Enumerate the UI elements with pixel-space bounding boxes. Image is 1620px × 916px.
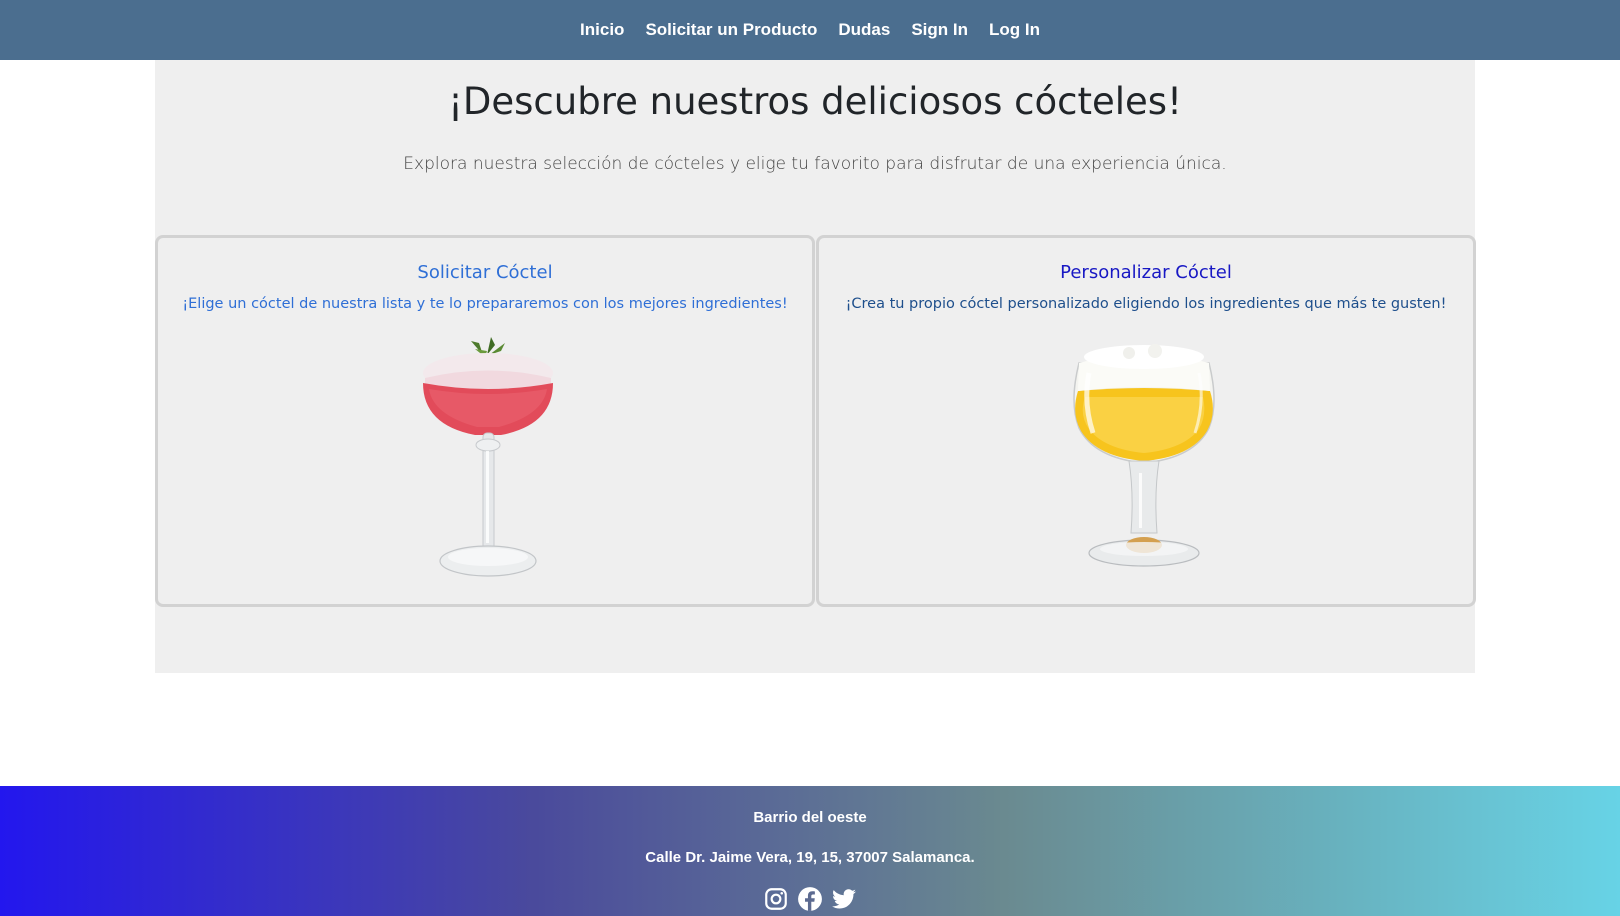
social-links	[0, 886, 1620, 912]
card-title: Solicitar Cóctel	[417, 262, 553, 283]
facebook-icon[interactable]	[797, 886, 823, 912]
card-description: ¡Elige un cóctel de nuestra lista y te l…	[182, 296, 788, 312]
top-navbar: Inicio Solicitar un Producto Dudas Sign …	[0, 0, 1620, 60]
card-solicitar-coctel[interactable]: Solicitar Cóctel ¡Elige un cóctel de nue…	[155, 235, 815, 607]
nav-link-dudas[interactable]: Dudas	[838, 20, 890, 40]
beer-glass-image	[1073, 344, 1215, 567]
card-description: ¡Crea tu propio cóctel personalizado eli…	[845, 296, 1447, 312]
card-title: Personalizar Cóctel	[1060, 262, 1232, 283]
pink-cocktail-image	[423, 337, 553, 577]
footer-location-name: Barrio del oeste	[753, 809, 867, 826]
site-footer: Barrio del oeste Calle Dr. Jaime Vera, 1…	[0, 786, 1620, 916]
page-subtitle: Explora nuestra selección de cócteles y …	[403, 154, 1227, 174]
page-title: ¡Descubre nuestros deliciosos cócteles!	[448, 80, 1182, 123]
nav-link-sign-in[interactable]: Sign In	[911, 20, 968, 40]
nav-link-solicitar-producto[interactable]: Solicitar un Producto	[645, 20, 817, 40]
footer-address: Calle Dr. Jaime Vera, 19, 15, 37007 Sala…	[645, 849, 975, 866]
card-personalizar-coctel[interactable]: Personalizar Cóctel ¡Crea tu propio cóct…	[816, 235, 1476, 607]
main-content: ¡Descubre nuestros deliciosos cócteles! …	[155, 60, 1476, 673]
twitter-icon[interactable]	[831, 886, 857, 912]
nav-link-log-in[interactable]: Log In	[989, 20, 1040, 40]
instagram-icon[interactable]	[763, 886, 789, 912]
nav-link-inicio[interactable]: Inicio	[580, 20, 624, 40]
